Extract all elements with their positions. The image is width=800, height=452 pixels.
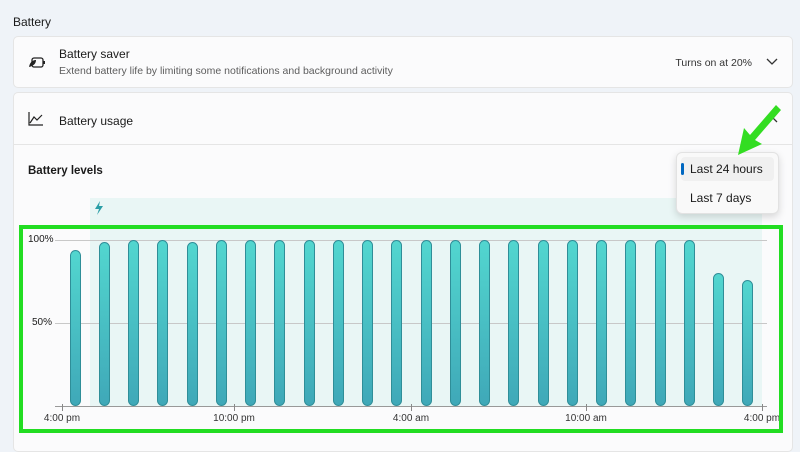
battery-saver-status: Turns on at 20% [675,57,752,69]
menu-item-label: Last 7 days [690,191,752,205]
battery-leaf-icon [29,57,45,68]
battery-usage-header[interactable]: Battery usage [14,93,792,145]
green-arrow-annotation [738,105,781,155]
menu-item-label: Last 24 hours [690,162,763,176]
battery-levels-title: Battery levels [28,165,103,177]
battery-saver-title: Battery saver [59,47,130,61]
highlight-box [19,225,783,433]
section-title: Battery [13,15,52,29]
battery-usage-title: Battery usage [59,114,134,128]
chevron-down-icon[interactable] [766,58,778,66]
menu-item-last-24-hours[interactable]: Last 24 hours [681,157,774,181]
selected-indicator [681,163,684,175]
battery-saver-subtitle: Extend battery life by limiting some not… [59,65,393,77]
battery-saver-card[interactable]: Battery saver Extend battery life by lim… [13,36,793,88]
period-dropdown-menu: Last 24 hours Last 7 days [676,152,779,214]
lightning-icon [95,201,103,215]
line-chart-icon [28,112,43,126]
menu-item-last-7-days[interactable]: Last 7 days [681,186,774,210]
